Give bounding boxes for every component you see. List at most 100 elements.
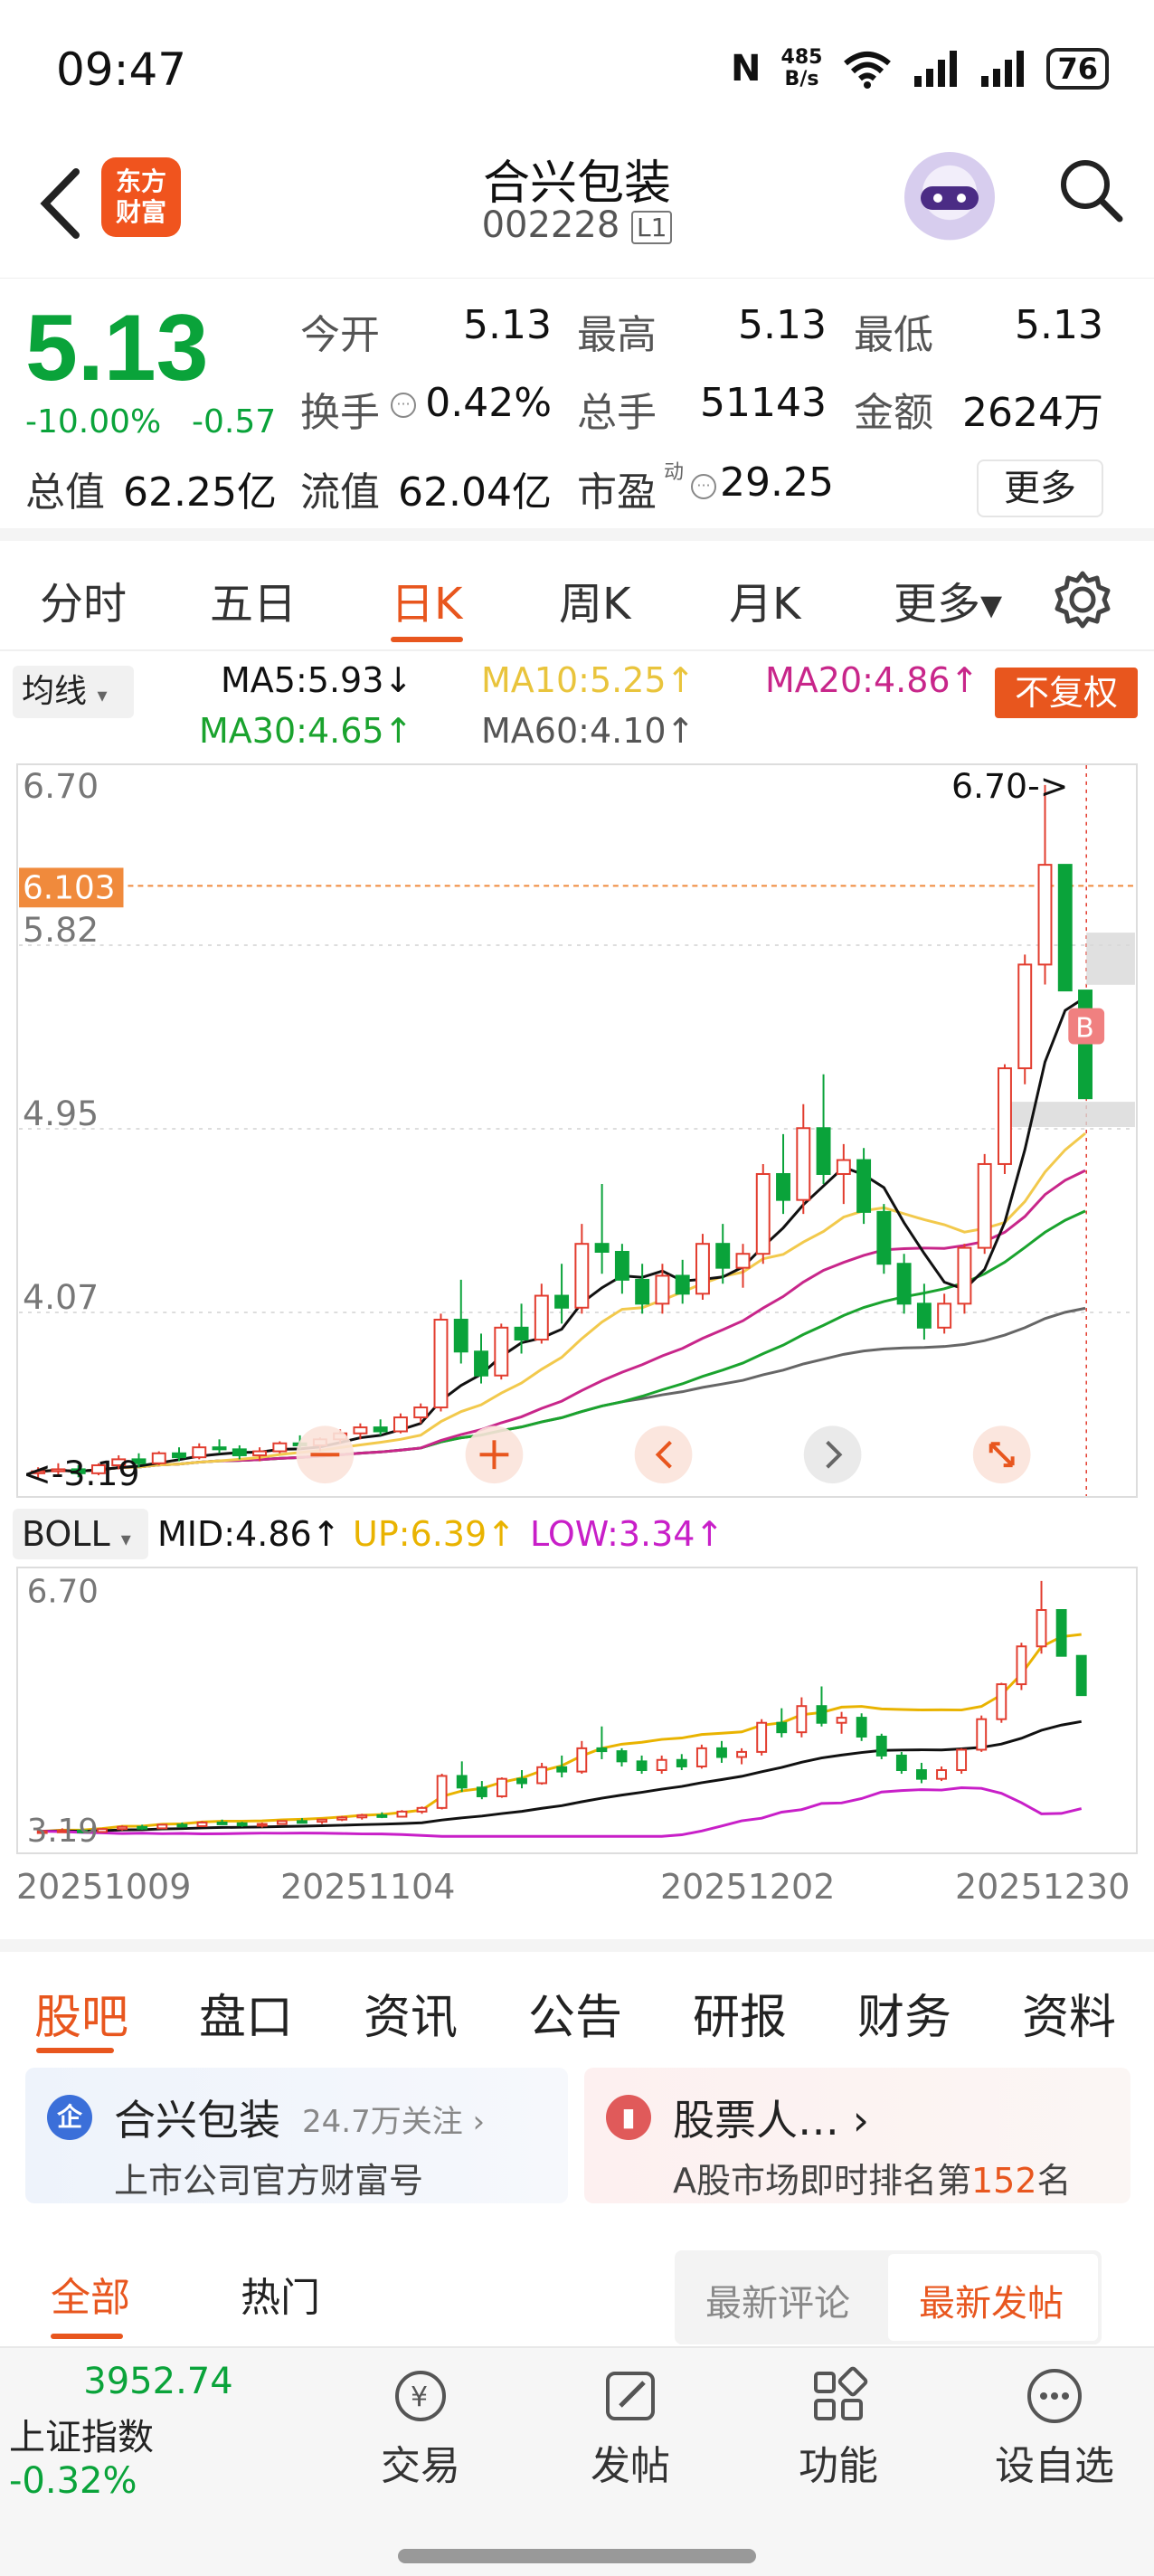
period-tabs: 分时 五日 日K 周K 月K 更多▾ — [0, 546, 1154, 651]
ma60-label: MA60:4.10↑ — [481, 711, 695, 751]
tab-news[interactable]: 资讯 — [364, 1979, 458, 2047]
post-button[interactable]: 发帖 — [563, 2364, 698, 2491]
features-button[interactable]: 功能 — [771, 2364, 906, 2491]
gear-icon[interactable] — [1051, 568, 1114, 631]
candle — [456, 1775, 468, 1789]
scroll-left-icon[interactable] — [634, 1425, 693, 1484]
index-name: 上证指数 — [9, 2417, 154, 2458]
candle — [212, 1446, 227, 1451]
tab-monthly-k[interactable]: 月K — [729, 568, 800, 631]
nfc-icon: Ν — [731, 48, 761, 90]
trade-label: 交易 — [381, 2443, 460, 2489]
candle — [1016, 1645, 1027, 1686]
ai-assistant-avatar[interactable] — [904, 152, 995, 242]
ma30-label: MA30:4.65↑ — [199, 711, 413, 751]
tab-announcements[interactable]: 公告 — [528, 1979, 622, 2047]
trade-icon: ¥ — [395, 2371, 446, 2421]
candle — [376, 1814, 388, 1818]
candle — [356, 1814, 368, 1819]
candle — [151, 1452, 166, 1464]
indicator-selector[interactable]: 均线 ▾ — [13, 666, 134, 718]
boll-chart[interactable]: 6.70 3.19 — [16, 1567, 1138, 1854]
float-label: 流值 — [300, 469, 380, 516]
battery-icon: 76 — [1046, 48, 1109, 90]
candle — [196, 1821, 208, 1827]
trade-button[interactable]: ¥ 交易 — [353, 2364, 488, 2491]
company-account-card[interactable]: 企 合兴包装 24.7万关注 › 上市公司官方财富号 — [25, 2068, 568, 2203]
svg-text:¥: ¥ — [411, 2382, 428, 2413]
candle — [776, 1721, 788, 1734]
candle — [715, 1243, 731, 1269]
candle — [937, 1302, 952, 1329]
popularity-rank: 152 — [971, 2161, 1037, 2201]
tab-more[interactable]: 更多▾ — [894, 568, 1002, 631]
tab-all[interactable]: 全部 — [51, 2265, 130, 2323]
candle — [956, 1748, 968, 1771]
candle — [997, 1067, 1012, 1165]
more-button[interactable]: 更多 — [977, 459, 1103, 517]
kline-chart[interactable]: 6.70 6.103 5.82 4.95 4.07 6.70-> <-3.19 … — [16, 763, 1138, 1498]
popularity-desc: A股市场即时排名第152名 — [673, 2153, 1072, 2202]
info-icon[interactable]: ··· — [391, 393, 416, 418]
net-speed-value: 485 — [780, 46, 823, 69]
ranking-icon: ▮ — [606, 2095, 651, 2140]
index-ticker[interactable]: 3952.74 上证指数 -0.32% — [0, 2361, 289, 2502]
candle — [156, 1823, 168, 1830]
candle — [656, 1758, 667, 1771]
candle — [896, 1263, 912, 1305]
boll-mid: MID:4.86↑ — [157, 1514, 341, 1554]
candle — [137, 1825, 148, 1830]
candle — [594, 1243, 610, 1253]
tab-pankou[interactable]: 盘口 — [199, 1979, 293, 2047]
candle — [497, 1777, 507, 1797]
boll-selector[interactable]: BOLL ▾ — [13, 1509, 148, 1559]
info-icon[interactable]: ··· — [691, 474, 716, 499]
turnover-value: 0.42% — [425, 380, 552, 426]
scroll-right-icon[interactable] — [803, 1425, 862, 1484]
candle — [655, 1274, 670, 1305]
candle — [574, 1243, 590, 1309]
tab-daily-k[interactable]: 日K — [391, 568, 462, 631]
watchlist-button[interactable]: 设自选 — [982, 2364, 1127, 2491]
stock-header: 东方 财富 合兴包装 002228 L1 — [0, 136, 1154, 279]
candle — [676, 1758, 687, 1767]
tab-intraday[interactable]: 分时 — [40, 568, 127, 631]
feed-tabs: 全部 热门 最新评论 最新发帖 — [0, 2234, 1154, 2344]
candle — [317, 1818, 327, 1823]
candle — [1057, 864, 1073, 992]
boll-lines — [42, 1633, 1083, 1838]
tab-profile[interactable]: 资料 — [1022, 1979, 1116, 2047]
stock-popularity-card[interactable]: ▮ 股票人… › A股市场即时排名第152名 — [584, 2068, 1130, 2203]
candle — [936, 1769, 947, 1780]
tab-research[interactable]: 研报 — [693, 1979, 787, 2047]
candle — [554, 1294, 570, 1309]
candle — [976, 1718, 988, 1751]
signal-icon — [914, 51, 958, 87]
open-label: 今开 — [300, 312, 380, 358]
candle — [1055, 1609, 1067, 1657]
candle — [816, 1705, 828, 1724]
tab-weekly-k[interactable]: 周K — [559, 568, 630, 631]
boll-low: LOW:3.34↑ — [530, 1514, 724, 1554]
section-tabs: 股吧 盘口 资讯 公告 研报 财务 资料 — [0, 1939, 1154, 2053]
tab-guba[interactable]: 股吧 — [34, 1979, 128, 2047]
tab-five-day[interactable]: 五日 — [210, 568, 297, 631]
candle — [236, 1822, 248, 1827]
popularity-desc-prefix: A股市场即时排名第 — [673, 2161, 971, 2201]
sort-latest-post[interactable]: 最新发帖 — [919, 2274, 1064, 2326]
date-label: 20251202 — [660, 1867, 836, 1907]
candle — [614, 1251, 629, 1281]
boll-y-bottom: 3.19 — [27, 1813, 99, 1850]
pe-label: 市盈 — [577, 469, 657, 516]
candle — [474, 1350, 488, 1377]
status-bar: 09:47 Ν 485 B/s 76 — [0, 0, 1154, 136]
sort-latest-comment[interactable]: 最新评论 — [705, 2274, 850, 2326]
adjust-badge[interactable]: 不复权 — [995, 668, 1138, 718]
tab-financials[interactable]: 财务 — [857, 1979, 951, 2047]
active-tab-indicator — [51, 2334, 123, 2339]
tab-hot[interactable]: 热门 — [241, 2265, 320, 2323]
candle — [796, 1127, 811, 1201]
search-icon[interactable] — [1055, 154, 1127, 226]
company-account-desc: 上市公司官方财富号 — [114, 2161, 424, 2201]
float-value: 62.04亿 — [398, 469, 552, 516]
